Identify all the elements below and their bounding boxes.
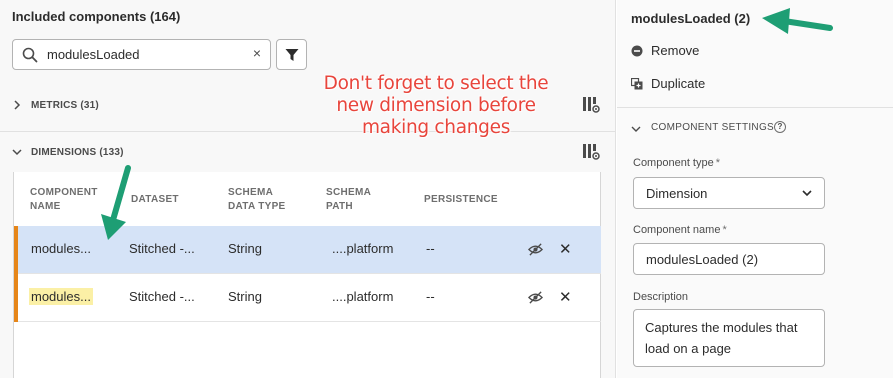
chevron-down-icon: [802, 190, 812, 197]
table-row[interactable]: modules... Stitched -... String ....plat…: [14, 274, 601, 322]
search-input[interactable]: modulesLoaded ×: [12, 39, 271, 70]
component-settings-panel: modulesLoaded (2) Remove Duplicate COMPO…: [617, 0, 893, 378]
duplicate-label: Duplicate: [651, 76, 706, 91]
search-value[interactable]: modulesLoaded: [47, 47, 140, 62]
row-dataset: Stitched -...: [129, 289, 195, 304]
remove-button[interactable]: Remove: [631, 43, 699, 58]
row-persistence: --: [426, 241, 435, 256]
chevron-right-icon[interactable]: [12, 100, 22, 110]
row-schema-path: ....platform: [332, 241, 394, 256]
search-match-highlight: modules...: [29, 288, 93, 305]
required-marker: *: [715, 157, 720, 169]
remove-circle-icon: [631, 45, 643, 57]
annotation-callout: Don't forget to select the new dimension…: [323, 73, 549, 138]
header-schema-data-type[interactable]: SCHEMA DATA TYPE: [228, 186, 286, 214]
search-icon: [22, 47, 38, 63]
component-settings-label[interactable]: COMPONENT SETTINGS: [651, 122, 774, 133]
component-name-label: Component name *: [633, 224, 727, 236]
chevron-down-icon[interactable]: [12, 147, 22, 157]
included-components-panel: Included components (164) modulesLoaded …: [0, 0, 616, 378]
remove-row-icon[interactable]: ✕: [559, 288, 572, 306]
column-settings-icon[interactable]: [582, 96, 600, 114]
clear-search-icon[interactable]: ×: [253, 45, 261, 61]
component-type-value: Dimension: [646, 186, 708, 201]
component-name-field[interactable]: modulesLoaded (2): [633, 243, 825, 275]
row-accent-bar: [14, 226, 18, 274]
duplicate-button[interactable]: Duplicate: [631, 76, 705, 91]
description-textarea[interactable]: Captures the modules that load on a page: [633, 309, 825, 367]
header-dataset[interactable]: DATASET: [131, 193, 179, 207]
header-persistence[interactable]: PERSISTENCE: [424, 193, 498, 207]
panel-title: Included components (164): [12, 9, 181, 24]
row-data-type: String: [228, 241, 262, 256]
header-schema-path[interactable]: SCHEMA PATH: [326, 186, 371, 214]
header-component-name[interactable]: COMPONENT NAME: [30, 186, 98, 214]
selected-component-title: modulesLoaded (2): [631, 11, 751, 26]
row-persistence: --: [426, 289, 435, 304]
required-marker: *: [722, 224, 727, 236]
help-icon[interactable]: ?: [774, 121, 786, 133]
component-type-select[interactable]: Dimension: [633, 177, 825, 209]
hide-icon[interactable]: [528, 242, 543, 257]
row-dataset: Stitched -...: [129, 241, 195, 256]
metrics-section-label: METRICS (31): [31, 100, 99, 111]
hide-icon[interactable]: [528, 290, 543, 305]
filter-icon: [285, 49, 299, 61]
remove-row-icon[interactable]: ✕: [559, 240, 572, 258]
row-data-type: String: [228, 289, 262, 304]
duplicate-icon: [631, 78, 643, 90]
description-label: Description: [633, 291, 689, 303]
column-settings-icon[interactable]: [582, 143, 600, 161]
row-component-name: modules...: [29, 288, 93, 305]
annotation-arrow-left: [762, 8, 833, 34]
component-type-label: Component type *: [633, 157, 720, 169]
chevron-down-icon[interactable]: [631, 124, 641, 134]
filter-button[interactable]: [276, 39, 307, 70]
panel-divider: [617, 107, 893, 108]
row-schema-path: ....platform: [332, 289, 394, 304]
row-component-name: modules...: [31, 241, 91, 256]
row-accent-bar: [14, 274, 18, 322]
dimensions-section-label: DIMENSIONS (133): [31, 147, 124, 158]
remove-label: Remove: [651, 43, 700, 58]
annotation-arrow-down: [101, 165, 131, 240]
